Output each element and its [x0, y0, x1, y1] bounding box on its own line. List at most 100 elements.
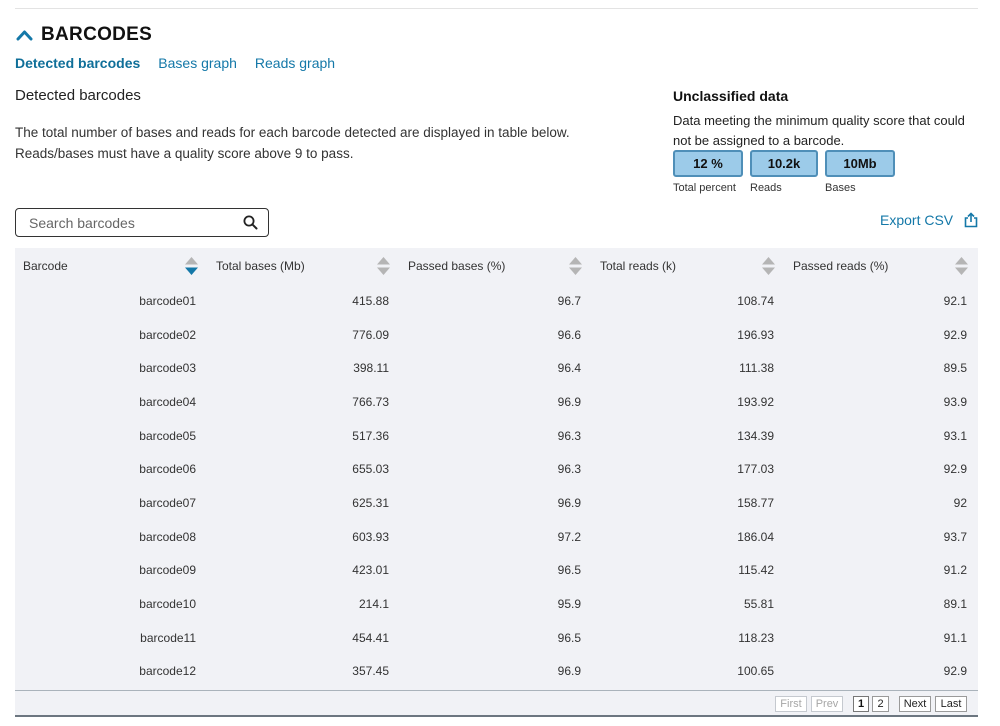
stat-bases: 10Mb Bases [825, 150, 895, 194]
total-bases-cell: 603.93 [352, 529, 389, 544]
passed-reads-cell: 91.2 [943, 563, 967, 578]
column-header-passed-reads[interactable]: Passed reads (%) [785, 248, 978, 284]
passed-reads-cell: 92 [953, 495, 967, 510]
barcode-cell: barcode03 [139, 361, 196, 376]
table-row: barcode08 603.93 97.2 186.04 93.7 [15, 520, 978, 554]
table-row: barcode03 398.11 96.4 111.38 89.5 [15, 351, 978, 385]
total-reads-cell: 196.93 [737, 327, 774, 342]
sort-icon[interactable] [955, 257, 968, 275]
table-row: barcode01 415.88 96.7 108.74 92.1 [15, 284, 978, 318]
passed-reads-cell: 93.7 [943, 529, 967, 544]
passed-reads-cell: 89.1 [943, 597, 967, 612]
search-icon[interactable] [243, 215, 258, 230]
passed-bases-cell: 97.2 [557, 529, 581, 544]
passed-bases-cell: 96.7 [557, 293, 581, 308]
export-csv-button[interactable]: Export CSV [880, 212, 979, 228]
chevron-up-icon[interactable] [16, 29, 33, 41]
table-body: barcode01 415.88 96.7 108.74 92.1 barcode02 77… [15, 284, 978, 688]
total-bases-cell: 517.36 [352, 428, 389, 443]
passed-bases-cell: 96.9 [557, 495, 581, 510]
total-reads-cell: 193.92 [737, 394, 774, 409]
pager-page-2[interactable]: 2 [872, 696, 889, 712]
table-row: barcode09 423.01 96.5 115.42 91.2 [15, 554, 978, 588]
column-header-passed-bases[interactable]: Passed bases (%) [400, 248, 592, 284]
sort-descending-icon[interactable] [185, 257, 198, 275]
sort-icon[interactable] [762, 257, 775, 275]
barcode-cell: barcode05 [139, 428, 196, 443]
pager-page-1[interactable]: 1 [853, 696, 869, 712]
passed-reads-cell: 92.9 [943, 327, 967, 342]
column-header-barcode[interactable]: Barcode [15, 248, 208, 284]
table-row: barcode07 625.31 96.9 158.77 92 [15, 486, 978, 520]
description: The total number of bases and reads for … [15, 122, 615, 164]
tab-detected-barcodes[interactable]: Detected barcodes [15, 55, 140, 71]
table-row: barcode02 776.09 96.6 196.93 92.9 [15, 318, 978, 352]
passed-reads-cell: 92.1 [943, 293, 967, 308]
total-bases-cell: 625.31 [352, 495, 389, 510]
stat-label: Reads [750, 182, 782, 194]
total-reads-cell: 134.39 [737, 428, 774, 443]
stat-label: Bases [825, 182, 856, 194]
search-box[interactable] [15, 208, 269, 237]
table-row: barcode04 766.73 96.9 193.92 93.9 [15, 385, 978, 419]
passed-bases-cell: 96.5 [557, 630, 581, 645]
pager-last-button[interactable]: Last [935, 696, 967, 712]
passed-bases-cell: 96.3 [557, 428, 581, 443]
barcode-cell: barcode07 [139, 495, 196, 510]
table-header-row: Barcode Total bases (Mb) Passed bases (%… [15, 248, 978, 284]
barcode-cell: barcode12 [139, 664, 196, 679]
passed-bases-cell: 96.3 [557, 462, 581, 477]
pager-next-button[interactable]: Next [899, 696, 931, 712]
passed-reads-cell: 93.1 [943, 428, 967, 443]
sort-icon[interactable] [377, 257, 390, 275]
unclassified-line-1: Data meeting the minimum quality score t… [673, 113, 965, 128]
total-bases-cell: 423.01 [352, 563, 389, 578]
total-bases-cell: 766.73 [352, 394, 389, 409]
passed-bases-cell: 96.6 [557, 327, 581, 342]
passed-bases-cell: 96.9 [557, 664, 581, 679]
share-icon [964, 212, 978, 228]
pager-prev-button[interactable]: Prev [811, 696, 843, 712]
table-row: barcode12 357.45 96.9 100.65 92.9 [15, 655, 978, 689]
total-bases-cell: 454.41 [352, 630, 389, 645]
table-row: barcode06 655.03 96.3 177.03 92.9 [15, 452, 978, 486]
stat-value: 10Mb [825, 150, 895, 177]
column-header-total-bases[interactable]: Total bases (Mb) [208, 248, 400, 284]
stat-value: 10.2k [750, 150, 818, 177]
barcodes-table: Barcode Total bases (Mb) Passed bases (%… [15, 248, 978, 688]
top-divider [15, 8, 978, 9]
pager-first-button[interactable]: First [775, 696, 807, 712]
total-bases-cell: 655.03 [352, 462, 389, 477]
unclassified-stats: 12 % Total percent 10.2k Reads 10Mb Base… [673, 150, 902, 194]
passed-reads-cell: 91.1 [943, 630, 967, 645]
barcode-cell: barcode06 [139, 462, 196, 477]
stat-total-percent: 12 % Total percent [673, 150, 743, 194]
section-header[interactable]: BARCODES [16, 24, 152, 46]
stat-value: 12 % [673, 150, 743, 177]
description-line-2: Reads/bases must have a quality score ab… [15, 146, 354, 161]
barcode-cell: barcode01 [139, 293, 196, 308]
total-reads-cell: 55.81 [743, 597, 774, 612]
unclassified-title: Unclassified data [673, 88, 789, 104]
passed-bases-cell: 96.9 [557, 394, 581, 409]
barcode-cell: barcode10 [139, 597, 196, 612]
total-reads-cell: 111.38 [739, 361, 774, 376]
passed-reads-cell: 89.5 [943, 361, 967, 376]
tab-bases-graph[interactable]: Bases graph [158, 55, 237, 71]
detected-barcodes-heading: Detected barcodes [15, 87, 141, 104]
total-bases-cell: 357.45 [352, 664, 389, 679]
total-reads-cell: 118.23 [738, 630, 774, 645]
tab-reads-graph[interactable]: Reads graph [255, 55, 335, 71]
sort-icon[interactable] [569, 257, 582, 275]
passed-bases-cell: 95.9 [557, 597, 581, 612]
stat-reads: 10.2k Reads [750, 150, 818, 194]
pagination-bar: First Prev 1 2 Next Last [15, 690, 978, 717]
barcode-cell: barcode09 [139, 563, 196, 578]
barcode-cell: barcode02 [139, 327, 196, 342]
passed-reads-cell: 92.9 [943, 664, 967, 679]
tab-bar: Detected barcodes Bases graph Reads grap… [15, 55, 353, 71]
table-row: barcode10 214.1 95.9 55.81 89.1 [15, 587, 978, 621]
search-input[interactable] [29, 214, 243, 231]
column-header-total-reads[interactable]: Total reads (k) [592, 248, 785, 284]
table-row: barcode11 454.41 96.5 118.23 91.1 [15, 621, 978, 655]
